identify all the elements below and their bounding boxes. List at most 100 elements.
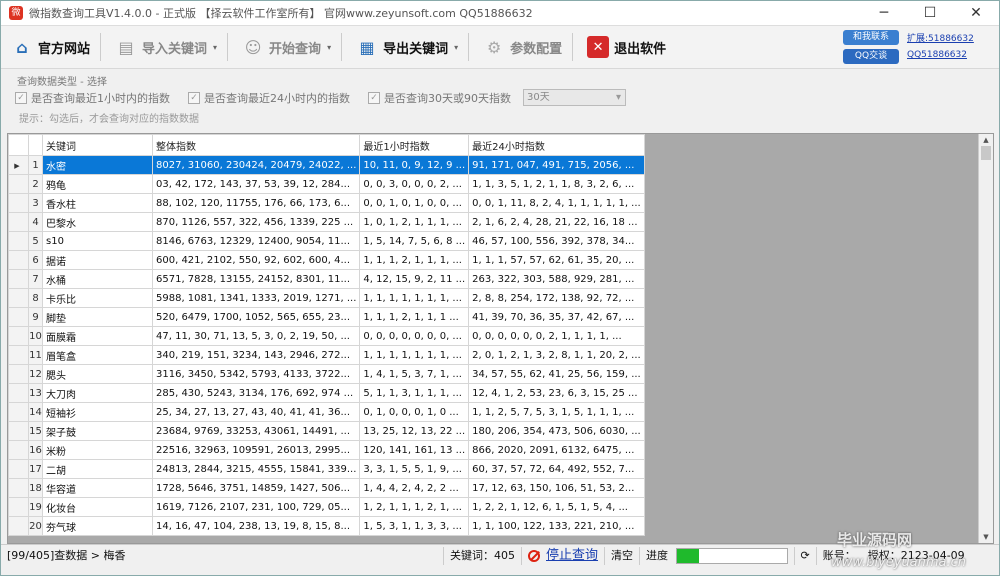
- table-row[interactable]: 13 大刀肉 285, 430, 5243, 3134, 176, 692, 974…: [8, 383, 645, 403]
- overall-index-cell[interactable]: 870, 1126, 557, 322, 456, 1339, 225 ...: [151, 212, 361, 232]
- hour-index-cell[interactable]: 120, 141, 161, 13 ...: [359, 440, 470, 460]
- overall-index-cell[interactable]: 24813, 2844, 3215, 4555, 15841, 339...: [151, 459, 361, 479]
- overall-index-cell[interactable]: 340, 219, 151, 3234, 143, 2946, 272...: [151, 345, 361, 365]
- maximize-icon[interactable]: ☐: [907, 1, 953, 25]
- close-icon[interactable]: ✕: [953, 1, 999, 25]
- stop-query-button[interactable]: 停止查询: [522, 547, 606, 565]
- keyword-cell[interactable]: 腮头: [42, 364, 153, 384]
- overall-index-cell[interactable]: 88, 102, 120, 11755, 176, 66, 173, 6...: [151, 193, 361, 213]
- day-index-cell[interactable]: 12, 4, 1, 2, 53, 23, 6, 3, 15, 25 ...: [468, 383, 645, 403]
- scroll-up-icon[interactable]: ▲: [979, 134, 993, 146]
- website-button[interactable]: ⌂ 官方网站: [5, 30, 96, 64]
- keyword-cell[interactable]: 架子鼓: [42, 421, 153, 441]
- keyword-cell[interactable]: 香水柱: [42, 193, 153, 213]
- refresh-icon[interactable]: ⟳: [795, 547, 817, 565]
- keyword-cell[interactable]: 水桶: [42, 269, 153, 289]
- clear-button[interactable]: 清空: [605, 547, 641, 565]
- hour-index-cell[interactable]: 1, 5, 3, 1, 1, 3, 3, ...: [359, 516, 470, 536]
- day-index-cell[interactable]: 1, 1, 3, 5, 1, 2, 1, 1, 8, 3, 2, 6, ...: [468, 174, 645, 194]
- day-index-cell[interactable]: 41, 39, 70, 36, 35, 37, 42, 67, ...: [468, 307, 645, 327]
- hour-index-cell[interactable]: 13, 25, 12, 13, 22 ...: [359, 421, 470, 441]
- export-keywords-button[interactable]: ▦ 导出关键词 ▾: [350, 30, 464, 64]
- keyword-cell[interactable]: 据诺: [42, 250, 153, 270]
- exit-button[interactable]: ✕ 退出软件: [581, 30, 672, 64]
- keyword-cell[interactable]: 大刀肉: [42, 383, 153, 403]
- table-row[interactable]: 7 水桶 6571, 7828, 13155, 24152, 8301, 11...…: [8, 269, 645, 289]
- overall-index-cell[interactable]: 25, 34, 27, 13, 27, 43, 40, 41, 41, 36..…: [151, 402, 361, 422]
- hour-index-cell[interactable]: 1, 4, 4, 2, 4, 2, 2 ...: [359, 478, 470, 498]
- hour-index-cell[interactable]: 0, 1, 0, 0, 0, 1, 0 ...: [359, 402, 470, 422]
- hour-index-cell[interactable]: 5, 1, 1, 3, 1, 1, 1, ...: [359, 383, 470, 403]
- hour-index-cell[interactable]: 0, 0, 0, 0, 0, 0, 0, ...: [359, 326, 470, 346]
- table-row[interactable]: 10 面膜霜 47, 11, 30, 71, 13, 5, 3, 0, 2, 19,…: [8, 326, 645, 346]
- day-index-cell[interactable]: 2, 1, 6, 2, 4, 28, 21, 22, 16, 18 ...: [468, 212, 645, 232]
- keyword-cell[interactable]: 卡乐比: [42, 288, 153, 308]
- overall-index-cell[interactable]: 47, 11, 30, 71, 13, 5, 3, 0, 2, 19, 50, …: [151, 326, 361, 346]
- table-row[interactable]: 18 华容道 1728, 5646, 3751, 14859, 1427, 506.…: [8, 478, 645, 498]
- hour-index-cell[interactable]: 1, 2, 1, 1, 1, 2, 1, ...: [359, 497, 470, 517]
- contact-link-1[interactable]: 扩展:51886632: [907, 31, 974, 44]
- table-row[interactable]: 15 架子鼓 23684, 9769, 33253, 43061, 14491, .…: [8, 421, 645, 441]
- keyword-cell[interactable]: 脚垫: [42, 307, 153, 327]
- option-30-90-day-checkbox[interactable]: ✓: [368, 91, 380, 104]
- day-index-cell[interactable]: 180, 206, 354, 473, 506, 6030, ...: [468, 421, 645, 441]
- overall-index-cell[interactable]: 8027, 31060, 230424, 20479, 24022, ...: [151, 155, 361, 175]
- column-header-1hour-index[interactable]: 最近1小时指数: [359, 134, 470, 156]
- table-row[interactable]: 9 脚垫 520, 6479, 1700, 1052, 565, 655, 23..…: [8, 307, 645, 327]
- hour-index-cell[interactable]: 1, 1, 1, 2, 1, 1, 1, ...: [359, 250, 470, 270]
- day-index-cell[interactable]: 866, 2020, 2091, 6132, 6475, ...: [468, 440, 645, 460]
- overall-index-cell[interactable]: 3116, 3450, 5342, 5793, 4133, 3722...: [151, 364, 361, 384]
- table-row[interactable]: 16 米粉 22516, 32963, 109591, 26013, 2995...…: [8, 440, 645, 460]
- table-row[interactable]: 19 化妆台 1619, 7126, 2107, 231, 100, 729, 05…: [8, 497, 645, 517]
- keyword-cell[interactable]: 面膜霜: [42, 326, 153, 346]
- table-row[interactable]: 3 香水柱 88, 102, 120, 11755, 176, 66, 173, 6…: [8, 193, 645, 213]
- overall-index-cell[interactable]: 8146, 6763, 12329, 12400, 9054, 11...: [151, 231, 361, 251]
- day-index-cell[interactable]: 1, 1, 100, 122, 133, 221, 210, ...: [468, 516, 645, 536]
- table-row[interactable]: 5 s10 8146, 6763, 12329, 12400, 9054, 11..…: [8, 231, 645, 251]
- table-row[interactable]: 2 鸦龟 03, 42, 172, 143, 37, 53, 39, 12, 284…: [8, 174, 645, 194]
- overall-index-cell[interactable]: 14, 16, 47, 104, 238, 13, 19, 8, 15, 8..…: [151, 516, 361, 536]
- config-button[interactable]: ⚙ 参数配置: [477, 30, 568, 64]
- vertical-scrollbar[interactable]: ▲ ▼: [978, 134, 993, 543]
- hour-index-cell[interactable]: 1, 4, 1, 5, 3, 7, 1, ...: [359, 364, 470, 384]
- hour-index-cell[interactable]: 3, 3, 1, 5, 5, 1, 9, ...: [359, 459, 470, 479]
- overall-index-cell[interactable]: 23684, 9769, 33253, 43061, 14491, ...: [151, 421, 361, 441]
- overall-index-cell[interactable]: 1619, 7126, 2107, 231, 100, 729, 05...: [151, 497, 361, 517]
- overall-index-cell[interactable]: 5988, 1081, 1341, 1333, 2019, 1271, ...: [151, 288, 361, 308]
- table-row[interactable]: 17 二胡 24813, 2844, 3215, 4555, 15841, 339.…: [8, 459, 645, 479]
- keyword-cell[interactable]: 米粉: [42, 440, 153, 460]
- table-row[interactable]: 12 腮头 3116, 3450, 5342, 5793, 4133, 3722..…: [8, 364, 645, 384]
- minimize-icon[interactable]: ─: [861, 1, 907, 25]
- keyword-cell[interactable]: 巴黎水: [42, 212, 153, 232]
- day-index-cell[interactable]: 46, 57, 100, 556, 392, 378, 34...: [468, 231, 645, 251]
- day-index-cell[interactable]: 2, 8, 8, 254, 172, 138, 92, 72, ...: [468, 288, 645, 308]
- day-index-cell[interactable]: 34, 57, 55, 62, 41, 25, 56, 159, ...: [468, 364, 645, 384]
- table-row[interactable]: 14 短袖衫 25, 34, 27, 13, 27, 43, 40, 41, 41,…: [8, 402, 645, 422]
- overall-index-cell[interactable]: 1728, 5646, 3751, 14859, 1427, 506...: [151, 478, 361, 498]
- table-row[interactable]: 4 巴黎水 870, 1126, 557, 322, 456, 1339, 225 …: [8, 212, 645, 232]
- hour-index-cell[interactable]: 1, 1, 1, 1, 1, 1, 1, ...: [359, 345, 470, 365]
- day-index-cell[interactable]: 1, 2, 2, 1, 12, 6, 1, 5, 1, 5, 4, ...: [468, 497, 645, 517]
- day-index-cell[interactable]: 91, 171, 047, 491, 715, 2056, ...: [468, 155, 645, 175]
- overall-index-cell[interactable]: 22516, 32963, 109591, 26013, 2995...: [151, 440, 361, 460]
- import-keywords-button[interactable]: ▤ 导入关键词 ▾: [109, 30, 223, 64]
- keyword-cell[interactable]: 化妆台: [42, 497, 153, 517]
- start-query-button[interactable]: ☺ 开始查询 ▾: [236, 30, 337, 64]
- column-header-keyword[interactable]: 关键词: [42, 134, 153, 156]
- table-row[interactable]: 20 夯气球 14, 16, 47, 104, 238, 13, 19, 8, 15…: [8, 516, 645, 536]
- hour-index-cell[interactable]: 0, 0, 1, 0, 1, 0, 0, ...: [359, 193, 470, 213]
- table-row[interactable]: 11 眉笔盒 340, 219, 151, 3234, 143, 2946, 272…: [8, 345, 645, 365]
- column-header-24hour-index[interactable]: 最近24小时指数: [468, 134, 645, 156]
- keyword-cell[interactable]: s10: [42, 231, 153, 251]
- day-index-cell[interactable]: 17, 12, 63, 150, 106, 51, 53, 2...: [468, 478, 645, 498]
- overall-index-cell[interactable]: 600, 421, 2102, 550, 92, 602, 600, 4...: [151, 250, 361, 270]
- qq-chat-badge[interactable]: QQ交谈: [843, 49, 899, 64]
- day-index-cell[interactable]: 1, 1, 2, 5, 7, 5, 3, 1, 5, 1, 1, 1, ...: [468, 402, 645, 422]
- overall-index-cell[interactable]: 03, 42, 172, 143, 37, 53, 39, 12, 284...: [151, 174, 361, 194]
- keyword-cell[interactable]: 水密: [42, 155, 153, 175]
- day-index-cell[interactable]: 1, 1, 1, 57, 57, 62, 61, 35, 20, ...: [468, 250, 645, 270]
- day-index-cell[interactable]: 2, 0, 1, 2, 1, 3, 2, 8, 1, 1, 20, 2, ...: [468, 345, 645, 365]
- day-index-cell[interactable]: 0, 0, 0, 0, 0, 0, 2, 1, 1, 1, 1, ...: [468, 326, 645, 346]
- hour-index-cell[interactable]: 0, 0, 3, 0, 0, 0, 2, ...: [359, 174, 470, 194]
- table-row[interactable]: ▶ 1 水密 8027, 31060, 230424, 20479, 24022, .…: [8, 155, 645, 175]
